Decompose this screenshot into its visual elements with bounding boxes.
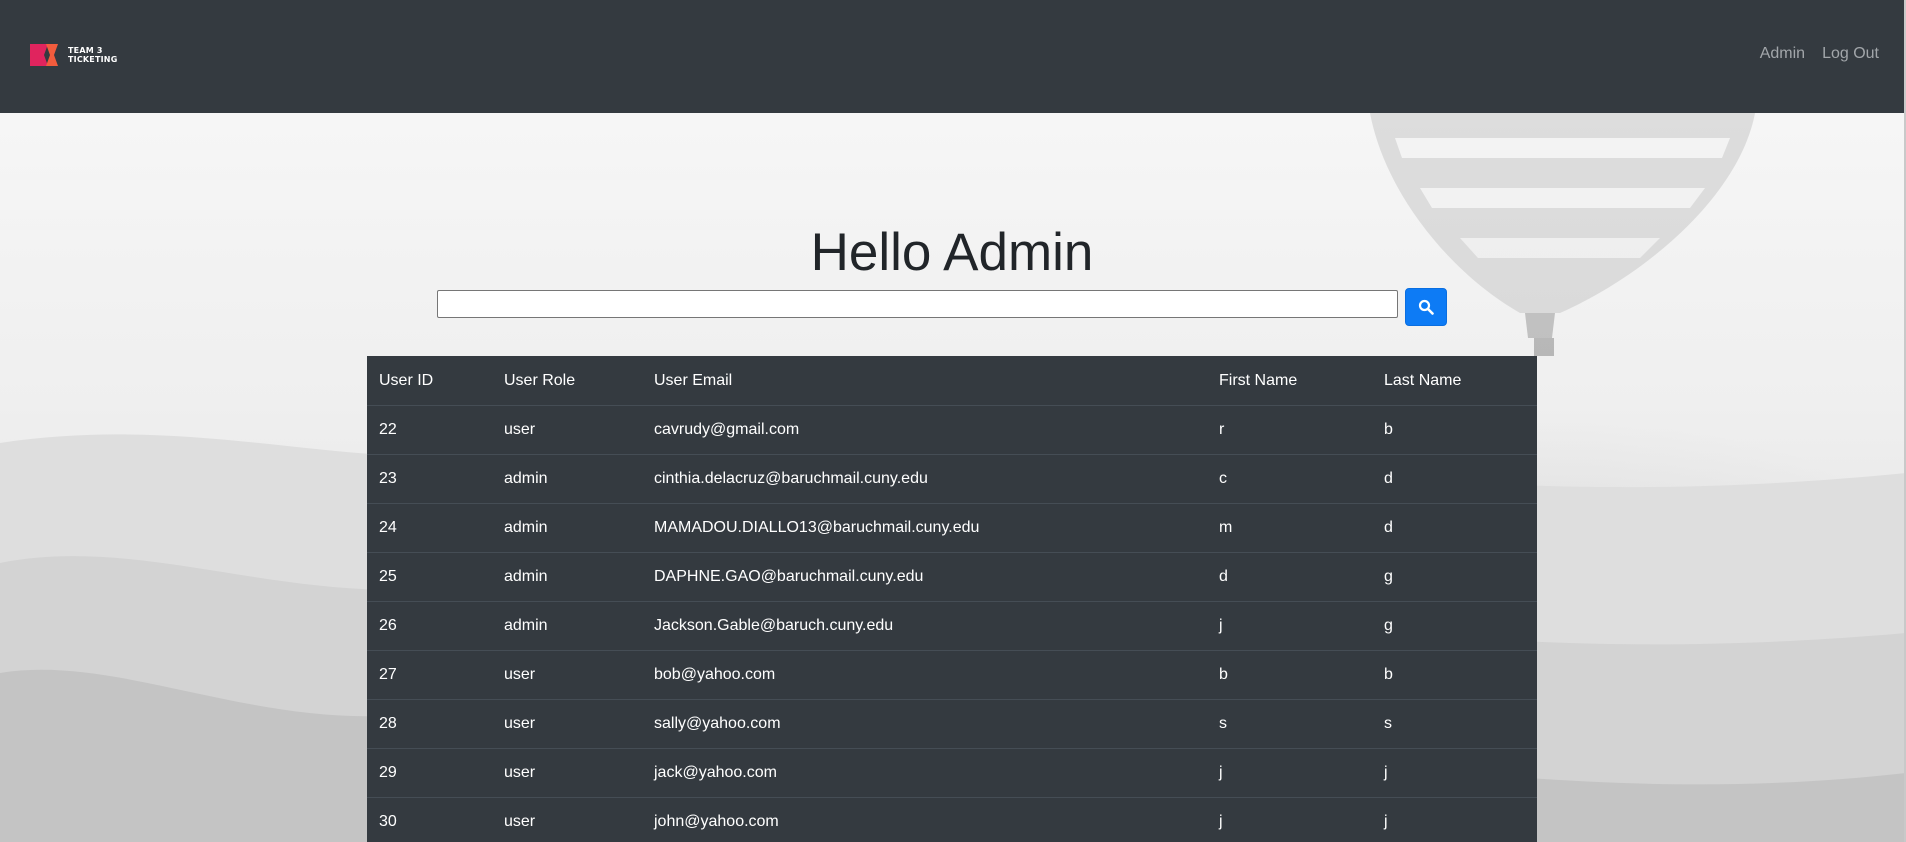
cell-first-name: b [1207,650,1372,700]
table-row: 29 user jack@yahoo.com j j [367,748,1537,798]
cell-user-email: Jackson.Gable@baruch.cuny.edu [642,601,1207,651]
cell-user-role: admin [492,552,642,602]
nav-link-logout[interactable]: Log Out [1822,45,1879,63]
table-row: 23 admin cinthia.delacruz@baruchmail.cun… [367,454,1537,504]
cell-user-id: 27 [367,650,492,700]
nav-links: Admin Log Out [1760,45,1879,63]
cell-last-name: s [1372,699,1537,749]
cell-user-role: user [492,699,642,749]
cell-last-name: j [1372,797,1537,842]
cell-user-id: 23 [367,454,492,504]
search-button[interactable] [1405,288,1447,326]
column-header-last-name: Last Name [1384,371,1462,389]
search-input[interactable] [437,290,1398,318]
cell-user-email: cavrudy@gmail.com [642,405,1207,455]
cell-user-role: user [492,405,642,455]
cell-user-role: user [492,797,642,842]
cell-user-role: admin [492,601,642,651]
page-title: Hello Admin [810,223,1094,282]
table-row: 22 user cavrudy@gmail.com r b [367,405,1537,455]
nav-link-admin[interactable]: Admin [1760,45,1805,63]
cell-user-email: DAPHNE.GAO@baruchmail.cuny.edu [642,552,1207,602]
cell-first-name: j [1207,748,1372,798]
cell-user-email: sally@yahoo.com [642,699,1207,749]
users-table: User ID User Role User Email First Name … [367,356,1537,842]
column-header-user-email: User Email [654,371,733,389]
cell-last-name: b [1372,650,1537,700]
cell-user-email: jack@yahoo.com [642,748,1207,798]
brand-name-line1: TEAM 3 [68,46,103,55]
cell-user-role: user [492,650,642,700]
ticket-logo-icon [30,44,58,66]
cell-first-name: j [1207,601,1372,651]
table-header-row: User ID User Role User Email First Name … [367,356,1537,406]
cell-first-name: m [1207,503,1372,553]
column-header-first-name: First Name [1219,371,1298,389]
cell-user-email: bob@yahoo.com [642,650,1207,700]
top-navbar: TEAM 3 TICKETING Admin Log Out [0,0,1904,113]
cell-user-email: MAMADOU.DIALLO13@baruchmail.cuny.edu [642,503,1207,553]
cell-user-id: 22 [367,405,492,455]
column-header-user-role: User Role [504,371,576,389]
cell-first-name: s [1207,699,1372,749]
cell-user-email: john@yahoo.com [642,797,1207,842]
cell-user-id: 26 [367,601,492,651]
table-row: 28 user sally@yahoo.com s s [367,699,1537,749]
cell-user-role: admin [492,503,642,553]
column-header-user-id: User ID [379,371,434,389]
cell-first-name: c [1207,454,1372,504]
cell-user-id: 30 [367,797,492,842]
table-row: 30 user john@yahoo.com j j [367,797,1537,842]
cell-last-name: g [1372,552,1537,602]
cell-user-role: user [492,748,642,798]
cell-first-name: d [1207,552,1372,602]
cell-last-name: j [1372,748,1537,798]
cell-user-id: 28 [367,699,492,749]
table-row: 26 admin Jackson.Gable@baruch.cuny.edu j… [367,601,1537,651]
cell-last-name: d [1372,503,1537,553]
cell-user-role: admin [492,454,642,504]
cell-user-id: 29 [367,748,492,798]
cell-user-id: 24 [367,503,492,553]
cell-last-name: g [1372,601,1537,651]
brand-name-line2: TICKETING [68,55,118,64]
table-row: 25 admin DAPHNE.GAO@baruchmail.cuny.edu … [367,552,1537,602]
cell-user-id: 25 [367,552,492,602]
search-icon [1418,299,1434,315]
cell-last-name: b [1372,405,1537,455]
brand-name: TEAM 3 TICKETING [68,46,128,64]
cell-first-name: j [1207,797,1372,842]
brand-logo-link[interactable]: TEAM 3 TICKETING [30,44,128,66]
table-row: 24 admin MAMADOU.DIALLO13@baruchmail.cun… [367,503,1537,553]
cell-first-name: r [1207,405,1372,455]
cell-user-email: cinthia.delacruz@baruchmail.cuny.edu [642,454,1207,504]
cell-last-name: d [1372,454,1537,504]
table-row: 27 user bob@yahoo.com b b [367,650,1537,700]
